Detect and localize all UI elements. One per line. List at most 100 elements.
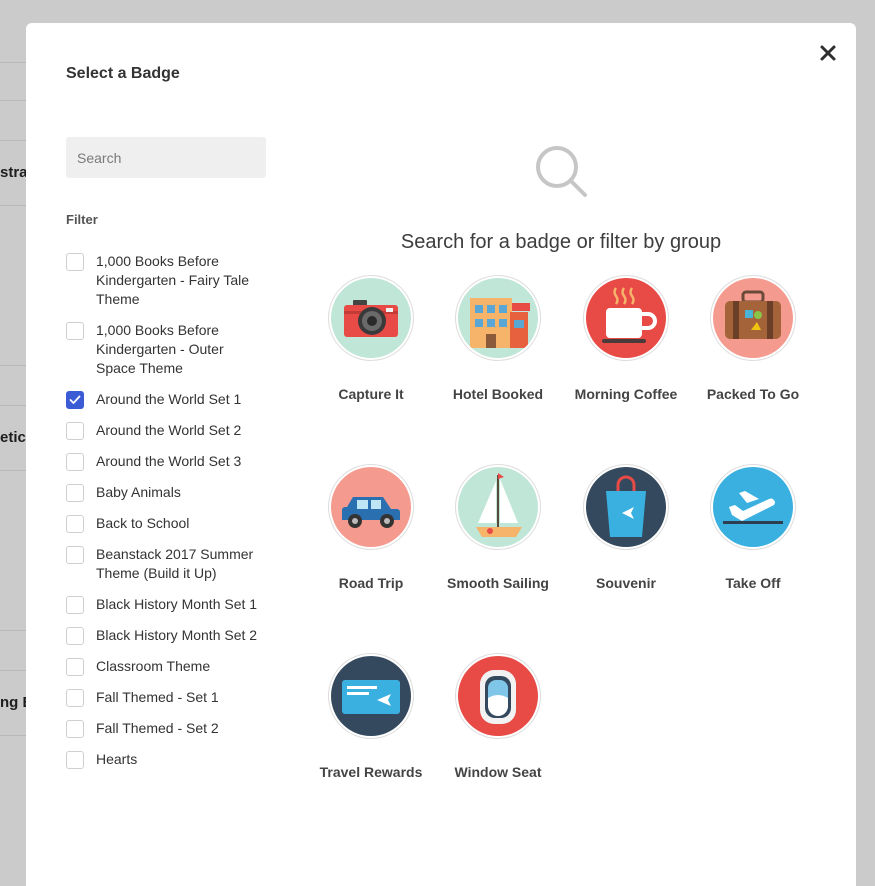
filter-option-label: Fall Themed - Set 1: [96, 689, 219, 705]
background-divider: [0, 365, 28, 366]
filter-option-label: 1,000 Books Before Kindergarten - Outer …: [96, 322, 224, 376]
suitcase-icon: [713, 278, 793, 358]
filter-checkbox[interactable]: [66, 453, 84, 471]
filter-checkbox[interactable]: [66, 596, 84, 614]
filter-option-label: Hearts: [96, 751, 138, 767]
filter-checkbox[interactable]: [66, 322, 84, 340]
badge-frame: [710, 275, 796, 361]
filter-option[interactable]: Black History Month Set 1: [66, 595, 281, 614]
filter-checkbox[interactable]: [66, 422, 84, 440]
filter-option[interactable]: Black History Month Set 2: [66, 626, 281, 645]
badge-label: Smooth Sailing: [447, 575, 549, 591]
filter-checkbox[interactable]: [66, 689, 84, 707]
background-divider: [0, 405, 28, 406]
badge-label: Morning Coffee: [574, 386, 678, 402]
filter-option[interactable]: Fall Themed - Set 1: [66, 688, 281, 707]
filter-option-label: Around the World Set 1: [96, 391, 242, 407]
filter-checkbox[interactable]: [66, 751, 84, 769]
coffee-cup-icon: [586, 278, 666, 358]
badge-modal: Select a Badge Filter 1,000 Books Before…: [26, 23, 856, 886]
filter-checkbox[interactable]: [66, 515, 84, 533]
badge-label: Souvenir: [596, 575, 656, 591]
filter-option[interactable]: Around the World Set 2: [66, 421, 281, 440]
checkmark-icon: [69, 395, 81, 404]
filter-option[interactable]: Beanstack 2017 Summer Theme (Build it Up…: [66, 545, 281, 583]
filter-option-label: Beanstack 2017 Summer Theme (Build it Up…: [96, 546, 254, 581]
filter-checkbox[interactable]: [66, 720, 84, 738]
filter-checkbox-checked[interactable]: [66, 391, 84, 409]
filter-checkbox[interactable]: [66, 253, 84, 271]
background-divider: [0, 630, 28, 631]
filter-option[interactable]: Fall Themed - Set 2: [66, 719, 281, 738]
empty-search-prompt: Search for a badge or filter by group: [400, 231, 722, 253]
badge-frame: [710, 464, 796, 550]
close-button[interactable]: [818, 43, 838, 63]
badge-frame: [328, 464, 414, 550]
badge-label: Take Off: [725, 575, 781, 591]
background-text: etic: [0, 429, 26, 446]
badge-take-off[interactable]: Take Off: [700, 464, 806, 594]
badge-packed-to-go[interactable]: Packed To Go: [700, 275, 806, 405]
car-icon: [331, 467, 411, 547]
filter-option[interactable]: Classroom Theme: [66, 657, 281, 676]
filter-option-label: Around the World Set 3: [96, 453, 242, 469]
filter-option[interactable]: Hearts: [66, 750, 281, 769]
filter-checkbox[interactable]: [66, 546, 84, 564]
background-text: strati: [0, 164, 26, 181]
hotel-icon: [458, 278, 538, 358]
badge-hotel-booked[interactable]: Hotel Booked: [445, 275, 551, 405]
filter-option[interactable]: Back to School: [66, 514, 281, 533]
filter-option[interactable]: 1,000 Books Before Kindergarten - Outer …: [66, 321, 281, 378]
filter-option[interactable]: Around the World Set 1: [66, 390, 281, 409]
filter-option-label: Black History Month Set 2: [96, 627, 258, 643]
background-divider: [0, 670, 28, 671]
badge-frame: [583, 464, 669, 550]
filter-option-label: Black History Month Set 1: [96, 596, 258, 612]
filter-checkbox[interactable]: [66, 627, 84, 645]
badge-frame: [455, 275, 541, 361]
badge-label: Capture It: [338, 386, 404, 402]
filter-option-label: Baby Animals: [96, 484, 181, 500]
background-divider: [0, 205, 28, 206]
badge-label: Packed To Go: [706, 386, 800, 402]
airplane-window-icon: [458, 656, 538, 736]
badge-morning-coffee[interactable]: Morning Coffee: [573, 275, 679, 405]
badge-road-trip[interactable]: Road Trip: [318, 464, 424, 594]
background-divider: [0, 62, 28, 63]
search-icon: [533, 143, 591, 206]
background-divider: [0, 470, 28, 471]
shopping-bag-icon: [586, 467, 666, 547]
filter-option-label: Fall Themed - Set 2: [96, 720, 219, 736]
badge-label: Hotel Booked: [452, 386, 544, 402]
badge-capture-it[interactable]: Capture It: [318, 275, 424, 405]
filter-option[interactable]: Baby Animals: [66, 483, 281, 502]
badge-window-seat[interactable]: Window Seat: [445, 653, 551, 783]
filter-option-label: Around the World Set 2: [96, 422, 242, 438]
filter-option[interactable]: 1,000 Books Before Kindergarten - Fairy …: [66, 252, 281, 309]
badge-travel-rewards[interactable]: Travel Rewards: [318, 653, 424, 783]
badge-frame: [328, 653, 414, 739]
badge-frame: [583, 275, 669, 361]
filter-checkbox[interactable]: [66, 658, 84, 676]
badge-label: Road Trip: [338, 575, 404, 591]
badge-frame: [455, 653, 541, 739]
filter-option-label: 1,000 Books Before Kindergarten - Fairy …: [96, 253, 250, 307]
boarding-pass-icon: [331, 656, 411, 736]
badge-frame: [328, 275, 414, 361]
filter-checkbox[interactable]: [66, 484, 84, 502]
filter-heading: Filter: [66, 212, 98, 227]
sailboat-icon: [458, 467, 538, 547]
background-divider: [0, 735, 28, 736]
badge-souvenir[interactable]: Souvenir: [573, 464, 679, 594]
filter-list: 1,000 Books Before Kindergarten - Fairy …: [66, 252, 281, 781]
filter-option[interactable]: Around the World Set 3: [66, 452, 281, 471]
modal-title: Select a Badge: [66, 65, 180, 82]
badge-label: Window Seat: [454, 764, 542, 780]
background-text: ng B: [0, 694, 26, 711]
badge-frame: [455, 464, 541, 550]
search-input[interactable]: [66, 137, 266, 178]
badge-smooth-sailing[interactable]: Smooth Sailing: [445, 464, 551, 594]
camera-icon: [331, 278, 411, 358]
airplane-icon: [713, 467, 793, 547]
background-divider: [0, 140, 28, 141]
